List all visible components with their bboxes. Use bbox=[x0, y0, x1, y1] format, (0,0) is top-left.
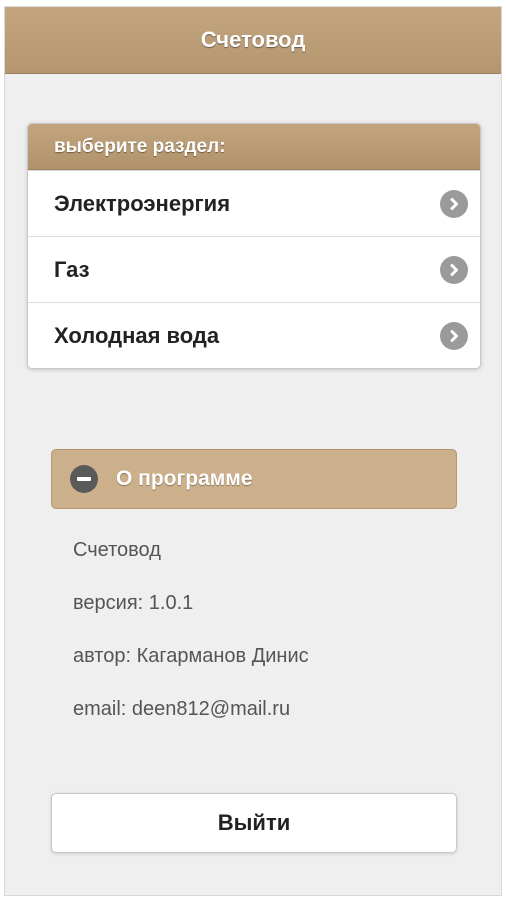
chevron-right-icon bbox=[440, 255, 468, 284]
minus-icon bbox=[70, 465, 98, 493]
about-title: О программе bbox=[116, 467, 253, 490]
menu-item-cold-water[interactable]: Холодная вода bbox=[28, 302, 480, 368]
app-screen: Счетовод выберите раздел: Электроэнергия… bbox=[4, 6, 502, 896]
menu-divider: выберите раздел: bbox=[28, 124, 480, 170]
menu-item-electricity[interactable]: Электроэнергия bbox=[28, 170, 480, 236]
about-content: Счетовод версия: 1.0.1 автор: Кагарманов… bbox=[51, 509, 457, 747]
app-title: Счетовод bbox=[200, 27, 306, 52]
about-app-name: Счетовод bbox=[73, 539, 161, 561]
section-menu: выберите раздел: Электроэнергия Газ Холо… bbox=[27, 123, 481, 369]
menu-item-label: Холодная вода bbox=[54, 322, 220, 348]
menu-item-gas[interactable]: Газ bbox=[28, 236, 480, 302]
about-email: email: deen812@mail.ru bbox=[73, 698, 291, 720]
exit-button[interactable]: Выйти bbox=[51, 793, 457, 853]
about-version: версия: 1.0.1 bbox=[73, 592, 194, 614]
menu-item-label: Электроэнергия bbox=[54, 190, 231, 216]
about-section: О программе Счетовод версия: 1.0.1 автор… bbox=[51, 449, 457, 747]
chevron-right-icon bbox=[440, 321, 468, 350]
chevron-right-icon bbox=[440, 189, 468, 218]
app-header: Счетовод bbox=[5, 7, 501, 74]
about-toggle[interactable]: О программе bbox=[51, 449, 457, 509]
menu-divider-label: выберите раздел: bbox=[54, 135, 226, 157]
menu-item-label: Газ bbox=[54, 256, 90, 282]
about-author: автор: Кагарманов Динис bbox=[73, 645, 309, 667]
